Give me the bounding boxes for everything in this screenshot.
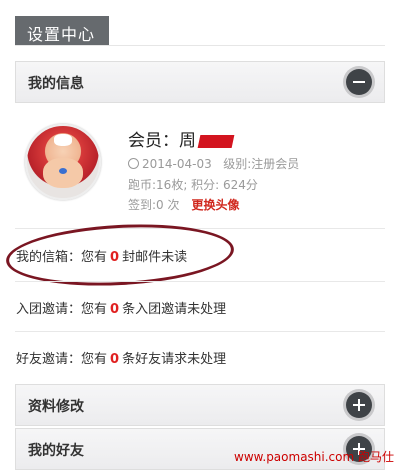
member-prefix: 会员： [128,131,179,151]
friend-invite-row[interactable]: 好友邀请：您有 0 条好友请求未处理 [16,348,226,367]
collapse-minus-icon[interactable] [346,69,372,95]
member-level: 级别:注册会员 [223,157,300,171]
avatar [25,124,101,200]
team-invite-row[interactable]: 入团邀请：您有 0 条入团邀请未处理 [16,298,226,317]
divider [15,281,385,282]
checkin-count: 签到:0 次 [128,198,180,212]
profile-edit-label: 资料修改 [28,399,84,415]
change-avatar-link[interactable]: 更换头像 [192,198,240,212]
my-info-section-header[interactable]: 我的信息 [15,61,385,103]
friend-invite-prefix: 好友邀请：您有 [16,352,108,367]
expand-plus-icon[interactable] [346,392,372,418]
title-underline [15,45,385,46]
team-invite-count: 0 [110,302,120,317]
avatar-nose [59,168,67,174]
member-checkin: 签到:0 次更换头像 [128,196,240,213]
member-stats: 跑币:16枚; 积分: 624分 [128,176,258,193]
team-invite-prefix: 入团邀请：您有 [16,302,108,317]
stats-line: 跑币:16枚; 积分: 624分 [128,178,258,192]
member-date-level: 2014-04-03 级别:注册会员 [128,155,299,172]
redaction-mark [197,134,235,148]
my-friends-label: 我的好友 [28,443,84,459]
page-title: 设置中心 [27,25,96,44]
divider [15,331,385,332]
my-info-label: 我的信息 [28,76,84,92]
watermark: www.paomashi.com 跑马仕 [234,450,394,464]
member-name: 会员：周 [128,126,235,151]
member-name-visible: 周 [179,131,196,151]
settings-center-title: 设置中心 [15,16,109,46]
hat-emblem [54,134,72,146]
team-invite-suffix: 条入团邀请未处理 [122,302,227,317]
friend-invite-count: 0 [110,352,120,367]
friend-invite-suffix: 条好友请求未处理 [122,352,227,367]
register-date: 2014-04-03 [142,157,212,171]
profile-edit-section-header[interactable]: 资料修改 [15,384,385,426]
clock-icon [128,158,139,169]
